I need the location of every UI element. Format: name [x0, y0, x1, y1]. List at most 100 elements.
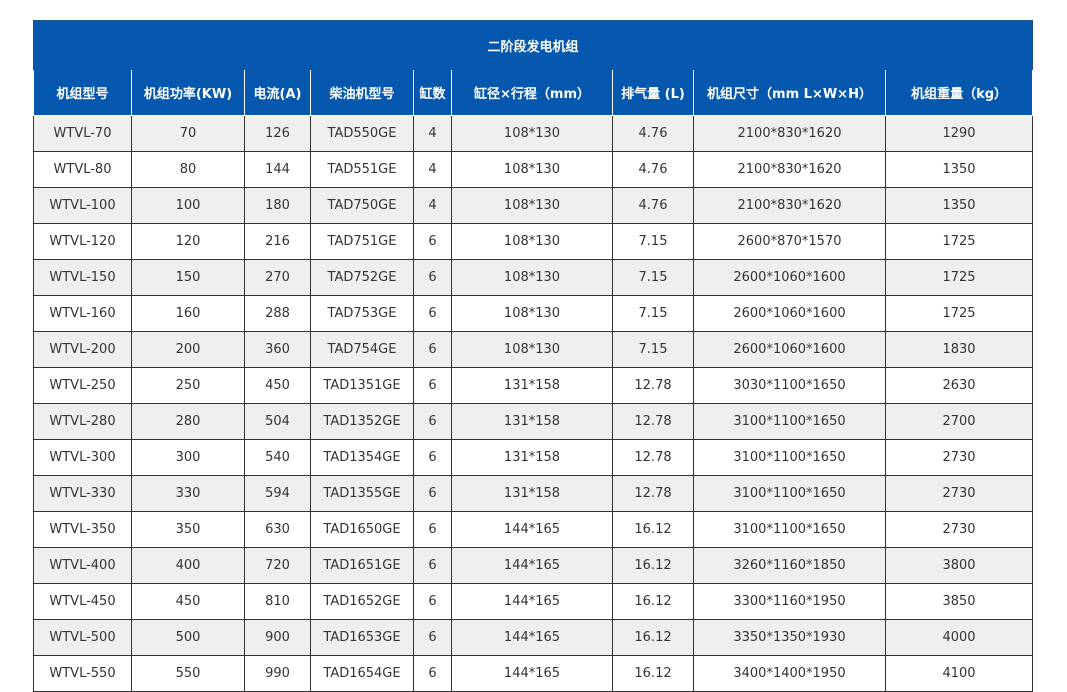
cell-power: 80	[131, 151, 245, 188]
cell-dimensions: 3100*1100*1650	[693, 511, 886, 548]
cell-weight: 2630	[884, 367, 1034, 404]
cell-dimensions: 3400*1400*1950	[693, 655, 886, 692]
table-row: WTVL-250 250 450 TAD1351GE 6 131*158 12.78 3030…	[33, 367, 1034, 404]
table-body: WTVL-70 70 126 TAD550GE 4 108*130 4.76 2100*830…	[33, 115, 1034, 692]
cell-power: 250	[131, 367, 245, 404]
cell-current: 630	[244, 511, 311, 548]
cell-power: 280	[131, 403, 245, 440]
cell-displacement: 16.12	[612, 547, 694, 584]
cell-power: 400	[131, 547, 245, 584]
cell-current: 360	[244, 331, 311, 368]
table-header-row: 机组型号 机组功率(KW) 电流(A) 柴油机型号 缸数 缸径×行程（mm） 排…	[33, 69, 1034, 116]
cell-bore-stroke: 108*130	[451, 115, 613, 152]
cell-dimensions: 3260*1160*1850	[693, 547, 886, 584]
cell-engine-model: TAD1352GE	[310, 403, 414, 440]
cell-cylinders: 4	[413, 187, 452, 224]
cell-engine-model: TAD1355GE	[310, 475, 414, 512]
cell-power: 330	[131, 475, 245, 512]
cell-cylinders: 6	[413, 655, 452, 692]
table-row: WTVL-330 330 594 TAD1355GE 6 131*158 12.78 3100…	[33, 475, 1034, 512]
table-row: WTVL-200 200 360 TAD754GE 6 108*130 7.15 2600*1…	[33, 331, 1034, 368]
cell-bore-stroke: 108*130	[451, 151, 613, 188]
header-cylinders: 缸数	[413, 69, 452, 116]
cell-bore-stroke: 108*130	[451, 259, 613, 296]
table-row: WTVL-70 70 126 TAD550GE 4 108*130 4.76 2100*830…	[33, 115, 1034, 152]
cell-bore-stroke: 144*165	[451, 655, 613, 692]
cell-engine-model: TAD1650GE	[310, 511, 414, 548]
cell-model: WTVL-80	[33, 151, 132, 188]
cell-model: WTVL-500	[33, 619, 132, 656]
cell-weight: 4100	[884, 655, 1034, 692]
cell-current: 900	[244, 619, 311, 656]
table-row: WTVL-100 100 180 TAD750GE 4 108*130 4.76 2100*8…	[33, 187, 1034, 224]
cell-bore-stroke: 144*165	[451, 511, 613, 548]
cell-displacement: 4.76	[612, 151, 694, 188]
cell-bore-stroke: 131*158	[451, 439, 613, 476]
cell-model: WTVL-280	[33, 403, 132, 440]
cell-current: 594	[244, 475, 311, 512]
cell-engine-model: TAD750GE	[310, 187, 414, 224]
cell-current: 990	[244, 655, 311, 692]
table-row: WTVL-350 350 630 TAD1650GE 6 144*165 16.12 3100…	[33, 511, 1034, 548]
cell-power: 300	[131, 439, 245, 476]
cell-power: 200	[131, 331, 245, 368]
cell-weight: 2700	[884, 403, 1034, 440]
cell-cylinders: 6	[413, 295, 452, 332]
cell-model: WTVL-70	[33, 115, 132, 152]
cell-bore-stroke: 131*158	[451, 403, 613, 440]
table-row: WTVL-500 500 900 TAD1653GE 6 144*165 16.12 3350…	[33, 619, 1034, 656]
table-row: WTVL-400 400 720 TAD1651GE 6 144*165 16.12 3260…	[33, 547, 1034, 584]
cell-dimensions: 3100*1100*1650	[693, 439, 886, 476]
table-row: WTVL-550 550 990 TAD1654GE 6 144*165 16.12 3400…	[33, 655, 1034, 692]
cell-dimensions: 3350*1350*1930	[693, 619, 886, 656]
cell-displacement: 7.15	[612, 331, 694, 368]
cell-cylinders: 6	[413, 259, 452, 296]
header-current: 电流(A)	[244, 69, 311, 116]
cell-dimensions: 3300*1160*1950	[693, 583, 886, 620]
cell-engine-model: TAD754GE	[310, 331, 414, 368]
cell-displacement: 16.12	[612, 655, 694, 692]
cell-weight: 4000	[884, 619, 1034, 656]
cell-current: 180	[244, 187, 311, 224]
header-dimensions: 机组尺寸（mm L×W×H）	[693, 69, 886, 116]
cell-displacement: 7.15	[612, 223, 694, 260]
cell-displacement: 4.76	[612, 187, 694, 224]
generator-spec-table: 二阶段发电机组 机组型号 机组功率(KW) 电流(A) 柴油机型号 缸数 缸径×…	[32, 20, 1034, 692]
cell-dimensions: 2600*1060*1600	[693, 259, 886, 296]
table-title-row: 二阶段发电机组	[32, 20, 1034, 70]
cell-weight: 1725	[884, 223, 1034, 260]
cell-bore-stroke: 108*130	[451, 331, 613, 368]
cell-displacement: 7.15	[612, 259, 694, 296]
cell-engine-model: TAD752GE	[310, 259, 414, 296]
cell-power: 350	[131, 511, 245, 548]
cell-cylinders: 6	[413, 439, 452, 476]
cell-model: WTVL-160	[33, 295, 132, 332]
cell-power: 100	[131, 187, 245, 224]
cell-displacement: 16.12	[612, 511, 694, 548]
cell-current: 126	[244, 115, 311, 152]
cell-model: WTVL-250	[33, 367, 132, 404]
cell-weight: 2730	[884, 475, 1034, 512]
cell-displacement: 12.78	[612, 439, 694, 476]
cell-engine-model: TAD1354GE	[310, 439, 414, 476]
table-row: WTVL-300 300 540 TAD1354GE 6 131*158 12.78 3100…	[33, 439, 1034, 476]
cell-displacement: 7.15	[612, 295, 694, 332]
cell-dimensions: 2100*830*1620	[693, 187, 886, 224]
cell-current: 810	[244, 583, 311, 620]
cell-current: 504	[244, 403, 311, 440]
cell-power: 70	[131, 115, 245, 152]
cell-displacement: 16.12	[612, 619, 694, 656]
cell-displacement: 12.78	[612, 475, 694, 512]
cell-current: 270	[244, 259, 311, 296]
cell-bore-stroke: 131*158	[451, 367, 613, 404]
cell-bore-stroke: 144*165	[451, 583, 613, 620]
cell-dimensions: 2600*1060*1600	[693, 331, 886, 368]
cell-bore-stroke: 108*130	[451, 223, 613, 260]
cell-current: 720	[244, 547, 311, 584]
table-row: WTVL-160 160 288 TAD753GE 6 108*130 7.15 2600*1…	[33, 295, 1034, 332]
table-row: WTVL-150 150 270 TAD752GE 6 108*130 7.15 2600*1…	[33, 259, 1034, 296]
cell-weight: 1290	[884, 115, 1034, 152]
cell-engine-model: TAD751GE	[310, 223, 414, 260]
cell-model: WTVL-350	[33, 511, 132, 548]
cell-cylinders: 6	[413, 223, 452, 260]
